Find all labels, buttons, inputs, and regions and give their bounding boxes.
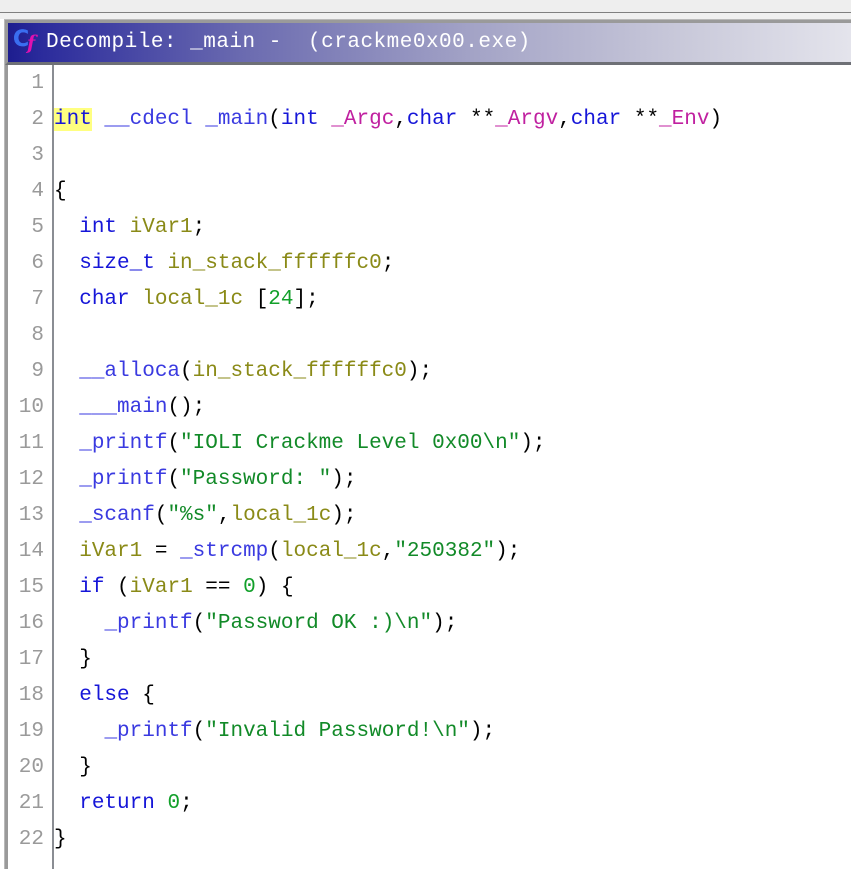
- code-line[interactable]: 19 _printf("Invalid Password!\n");: [8, 713, 851, 749]
- line-number: 21: [18, 791, 44, 815]
- line-content[interactable]: }: [48, 756, 92, 779]
- code-line[interactable]: 6 size_t in_stack_ffffffc0;: [8, 245, 851, 281]
- line-number: 6: [31, 251, 44, 275]
- code-line[interactable]: 3: [8, 137, 851, 173]
- line-number: 19: [18, 719, 44, 743]
- code-line[interactable]: 4{: [8, 173, 851, 209]
- code-line[interactable]: 7 char local_1c [24];: [8, 281, 851, 317]
- line-number: 5: [31, 215, 44, 239]
- code-line[interactable]: 17 }: [8, 641, 851, 677]
- line-number: 10: [18, 395, 44, 419]
- code-line[interactable]: 5 int iVar1;: [8, 209, 851, 245]
- panel-title: Decompile: _main - (crackme0x00.exe): [46, 31, 531, 54]
- line-content[interactable]: _printf("Invalid Password!\n");: [48, 720, 495, 743]
- line-content[interactable]: _printf("Password: ");: [48, 468, 356, 491]
- line-content[interactable]: if (iVar1 == 0) {: [48, 576, 293, 599]
- line-content[interactable]: _printf("Password OK :)\n");: [48, 612, 457, 635]
- code-lines-container: 1 2 int __cdecl _main(int _Argc,char **_Ar…: [8, 65, 851, 857]
- line-number: 4: [31, 179, 44, 203]
- code-line[interactable]: 22}: [8, 821, 851, 857]
- line-content[interactable]: int iVar1;: [48, 216, 205, 239]
- line-content[interactable]: _scanf("%s",local_1c);: [48, 504, 356, 527]
- decompiled-code-viewport[interactable]: 1 2 int __cdecl _main(int _Argc,char **_Ar…: [5, 65, 851, 869]
- line-content[interactable]: return 0;: [48, 792, 192, 815]
- line-number: 12: [18, 467, 44, 491]
- line-number: 3: [31, 143, 44, 167]
- line-number: 17: [18, 647, 44, 671]
- decompile-c-function-icon: C f: [13, 28, 39, 57]
- line-number: 14: [18, 539, 44, 563]
- line-content[interactable]: }: [48, 828, 67, 851]
- code-line[interactable]: 16 _printf("Password OK :)\n");: [8, 605, 851, 641]
- line-number: 13: [18, 503, 44, 527]
- code-line[interactable]: 8: [8, 317, 851, 353]
- line-number: 7: [31, 287, 44, 311]
- code-line[interactable]: 15 if (iVar1 == 0) {: [8, 569, 851, 605]
- code-line[interactable]: 14 iVar1 = _strcmp(local_1c,"250382");: [8, 533, 851, 569]
- code-line[interactable]: 10 ___main();: [8, 389, 851, 425]
- gutter-separator: [52, 65, 54, 869]
- line-number: 8: [31, 323, 44, 347]
- code-line[interactable]: 12 _printf("Password: ");: [8, 461, 851, 497]
- code-line[interactable]: 21 return 0;: [8, 785, 851, 821]
- line-content[interactable]: _printf("IOLI Crackme Level 0x00\n");: [48, 432, 545, 455]
- line-content[interactable]: iVar1 = _strcmp(local_1c,"250382");: [48, 540, 520, 563]
- code-line[interactable]: 18 else {: [8, 677, 851, 713]
- code-line[interactable]: 9 __alloca(in_stack_ffffffc0);: [8, 353, 851, 389]
- line-number: 16: [18, 611, 44, 635]
- code-line[interactable]: 11 _printf("IOLI Crackme Level 0x00\n");: [8, 425, 851, 461]
- code-line[interactable]: 2 int __cdecl _main(int _Argc,char **_Arg…: [8, 101, 851, 137]
- line-content[interactable]: __alloca(in_stack_ffffffc0);: [48, 360, 432, 383]
- line-number: 20: [18, 755, 44, 779]
- line-number: 2: [31, 107, 44, 131]
- line-number: 9: [31, 359, 44, 383]
- line-number: 18: [18, 683, 44, 707]
- line-content[interactable]: {: [48, 180, 67, 203]
- line-number: 15: [18, 575, 44, 599]
- line-content[interactable]: }: [48, 648, 92, 671]
- line-content[interactable]: ___main();: [48, 396, 205, 419]
- line-content[interactable]: char local_1c [24];: [48, 288, 319, 311]
- code-line[interactable]: 1: [8, 65, 851, 101]
- decompiler-titlebar[interactable]: C f Decompile: _main - (crackme0x00.exe): [5, 20, 851, 65]
- code-line[interactable]: 13 _scanf("%s",local_1c);: [8, 497, 851, 533]
- code-line[interactable]: 20 }: [8, 749, 851, 785]
- line-content[interactable]: int __cdecl _main(int _Argc,char **_Argv…: [48, 107, 722, 131]
- line-number: 11: [18, 431, 44, 455]
- line-content[interactable]: size_t in_stack_ffffffc0;: [48, 252, 394, 275]
- decompiler-panel: C f Decompile: _main - (crackme0x00.exe)…: [4, 19, 851, 869]
- line-content[interactable]: else {: [48, 684, 155, 707]
- icon-letter-f: f: [27, 31, 36, 54]
- line-number: 22: [18, 827, 44, 851]
- window-toolbar-strip: [0, 0, 851, 13]
- line-number: 1: [31, 71, 44, 95]
